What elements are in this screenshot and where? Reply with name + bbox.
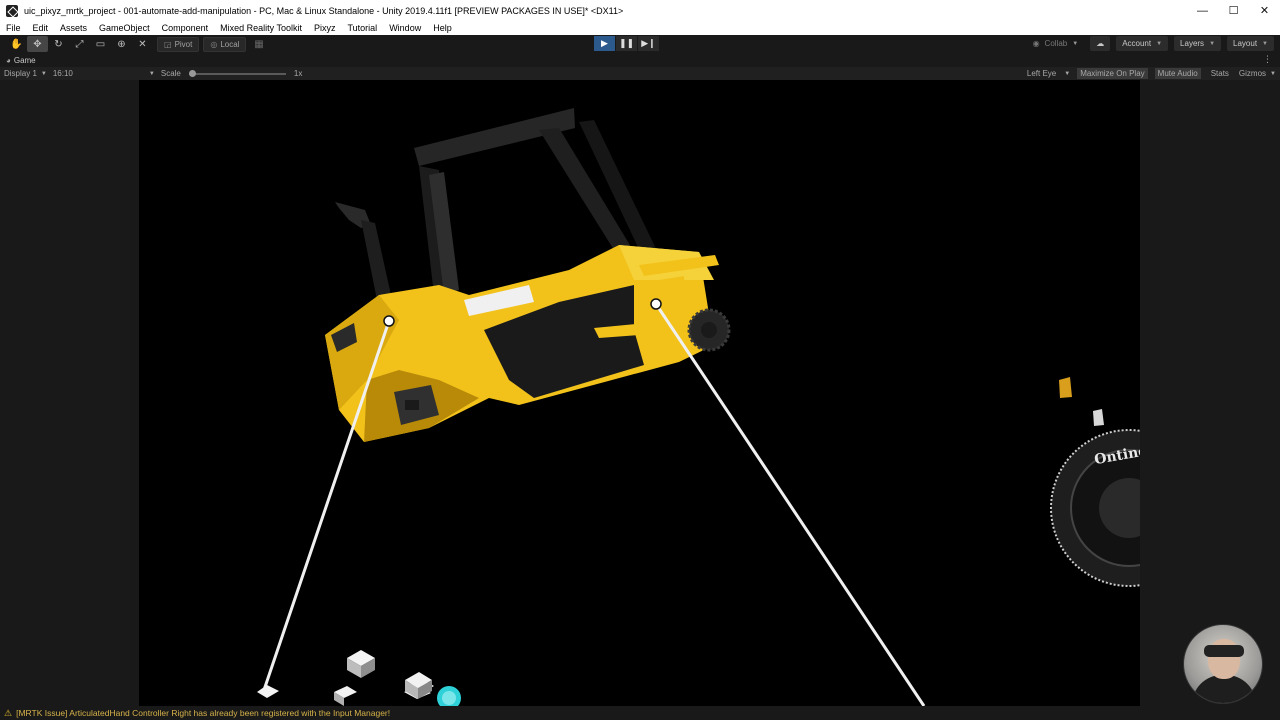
collab-label: Collab: [1044, 39, 1068, 48]
chevron-down-icon: ▼: [1209, 40, 1216, 47]
hand-tool-icon[interactable]: ✋: [6, 36, 27, 52]
left-ray-cursor: [383, 315, 395, 327]
tab-game-label: Game: [13, 56, 36, 65]
status-message: [MRTK Issue] ArticulatedHand Controller …: [16, 708, 391, 718]
chevron-down-icon: ▼: [1156, 40, 1163, 47]
cloud-button[interactable]: ☁: [1090, 36, 1111, 51]
forklift-model[interactable]: [325, 108, 731, 442]
right-ray-cursor: [650, 298, 662, 310]
layout-label: Layout: [1233, 39, 1258, 48]
mute-audio-toggle[interactable]: Mute Audio: [1154, 68, 1201, 79]
pivot-label: Pivot: [174, 39, 193, 49]
eye-label: Left Eye: [1026, 69, 1057, 78]
game-options-right: Left Eye ▼ Maximize On Play Mute Audio S…: [1027, 67, 1276, 80]
layers-dropdown[interactable]: Layers ▼: [1174, 36, 1222, 51]
chevron-down-icon: ▼: [1072, 40, 1079, 47]
local-icon: ◎: [210, 39, 218, 49]
rect-tool-icon[interactable]: ▭: [90, 36, 111, 52]
eye-dropdown[interactable]: Left Eye ▼: [1027, 69, 1070, 78]
console-status-bar[interactable]: ⚠ [MRTK Issue] ArticulatedHand Controlle…: [0, 706, 1280, 720]
menu-tutorial[interactable]: Tutorial: [342, 23, 384, 33]
menu-mixed-reality-toolkit[interactable]: Mixed Reality Toolkit: [214, 23, 308, 33]
left-hand-ray: [262, 320, 391, 691]
cloud-icon: ☁: [1096, 39, 1105, 48]
scale-slider-handle[interactable]: [188, 69, 196, 77]
pivot-toggle[interactable]: ◲ Pivot: [157, 36, 200, 52]
collab-dropdown[interactable]: ◉ Collab ▼: [1027, 36, 1085, 51]
menu-pixyz[interactable]: Pixyz: [308, 23, 342, 33]
presenter-webcam: [1183, 624, 1263, 704]
step-button[interactable]: ▶❙: [638, 36, 659, 51]
unity-logo-icon: [6, 4, 18, 17]
collab-icon: ◉: [1032, 39, 1040, 48]
gizmos-dropdown[interactable]: Gizmos ▼: [1239, 69, 1276, 78]
toolbar-right: ◉ Collab ▼ ☁ Account ▼ Layers ▼ Layout ▼: [1027, 36, 1274, 51]
grid-snap-icon[interactable]: ▦: [248, 36, 269, 52]
play-button[interactable]: ▶: [594, 36, 615, 51]
chevron-down-icon: ▼: [1270, 70, 1276, 77]
chevron-down-icon: ▼: [1064, 70, 1071, 77]
pivot-icon: ◲: [164, 39, 172, 49]
transform-tools: ✋ ✥ ↻ ⤢ ▭ ⊕ ✕: [6, 36, 153, 52]
scale-slider[interactable]: [188, 69, 286, 77]
chevron-down-icon: ▼: [148, 70, 155, 77]
gamepad-icon: ◕: [6, 56, 11, 65]
hand-joint-cubes: [257, 650, 461, 706]
window-title: uic_pixyz_mrtk_project - 001-automate-ad…: [24, 5, 624, 16]
display-dropdown[interactable]: Display 1 ▼: [4, 69, 47, 78]
maximize-on-play-toggle[interactable]: Maximize On Play: [1077, 68, 1148, 79]
scale-control: Scale 1x: [161, 69, 302, 78]
pause-button[interactable]: ❚❚: [616, 36, 637, 51]
maximize-button[interactable]: ☐: [1218, 0, 1249, 21]
account-dropdown[interactable]: Account ▼: [1116, 36, 1169, 51]
menu-help[interactable]: Help: [427, 23, 458, 33]
more-options-icon[interactable]: ⋮: [1263, 54, 1272, 65]
menu-edit[interactable]: Edit: [27, 23, 55, 33]
game-render-view[interactable]: Ontine: [139, 80, 1140, 706]
menu-bar: File Edit Assets GameObject Component Mi…: [0, 21, 1280, 35]
layout-dropdown[interactable]: Layout ▼: [1227, 36, 1274, 51]
tab-game[interactable]: ◕ Game: [0, 56, 36, 65]
menu-gameobject[interactable]: GameObject: [93, 23, 156, 33]
title-bar: uic_pixyz_mrtk_project - 001-automate-ad…: [0, 0, 1280, 21]
aspect-label: 16:10: [52, 69, 73, 78]
right-hand-ray: [654, 303, 926, 706]
play-controls: ▶ ❚❚ ▶❙: [594, 36, 660, 51]
gizmos-label: Gizmos: [1238, 69, 1267, 78]
close-button[interactable]: ✕: [1249, 0, 1280, 21]
menu-window[interactable]: Window: [383, 23, 427, 33]
menu-file[interactable]: File: [0, 23, 27, 33]
warning-icon: ⚠: [4, 707, 13, 718]
layers-label: Layers: [1180, 39, 1205, 48]
chevron-down-icon: ▼: [1262, 40, 1268, 47]
chevron-down-icon: ▼: [40, 70, 47, 77]
scale-value: 1x: [293, 69, 303, 78]
menu-assets[interactable]: Assets: [54, 23, 93, 33]
webcam-shirt: [1192, 675, 1256, 703]
webcam-headset: [1204, 645, 1244, 657]
game-options-bar: Display 1 ▼ 16:10 ▼ Scale 1x Left Eye ▼ …: [0, 67, 1280, 80]
main-toolbar: ✋ ✥ ↻ ⤢ ▭ ⊕ ✕ ◲ Pivot ◎ Local ▦ ▶ ❚❚ ▶❙ …: [0, 35, 1280, 53]
display-label: Display 1: [4, 69, 37, 78]
scale-tool-icon[interactable]: ⤢: [69, 36, 90, 52]
game-viewport: Ontine: [0, 80, 1280, 706]
local-label: Local: [220, 39, 240, 49]
scene-render: Ontine: [257, 108, 1140, 706]
transform-tool-icon[interactable]: ⊕: [111, 36, 132, 52]
custom-tool-icon[interactable]: ✕: [132, 36, 153, 52]
small-part[interactable]: [1093, 409, 1104, 426]
stats-toggle[interactable]: Stats: [1208, 68, 1232, 79]
local-toggle[interactable]: ◎ Local: [203, 36, 247, 52]
rotate-tool-icon[interactable]: ↻: [48, 36, 69, 52]
aspect-dropdown[interactable]: 16:10 ▼: [53, 69, 155, 78]
menu-component[interactable]: Component: [156, 23, 215, 33]
tire-model[interactable]: Ontine: [1050, 429, 1140, 587]
small-part[interactable]: [1059, 377, 1072, 398]
minimize-button[interactable]: —: [1187, 0, 1218, 21]
scale-label: Scale: [160, 69, 181, 78]
move-tool-icon[interactable]: ✥: [27, 36, 48, 52]
window-controls: — ☐ ✕: [1187, 0, 1280, 21]
account-label: Account: [1122, 39, 1152, 48]
game-tab-bar: ◕ Game ⋮: [0, 54, 1280, 67]
